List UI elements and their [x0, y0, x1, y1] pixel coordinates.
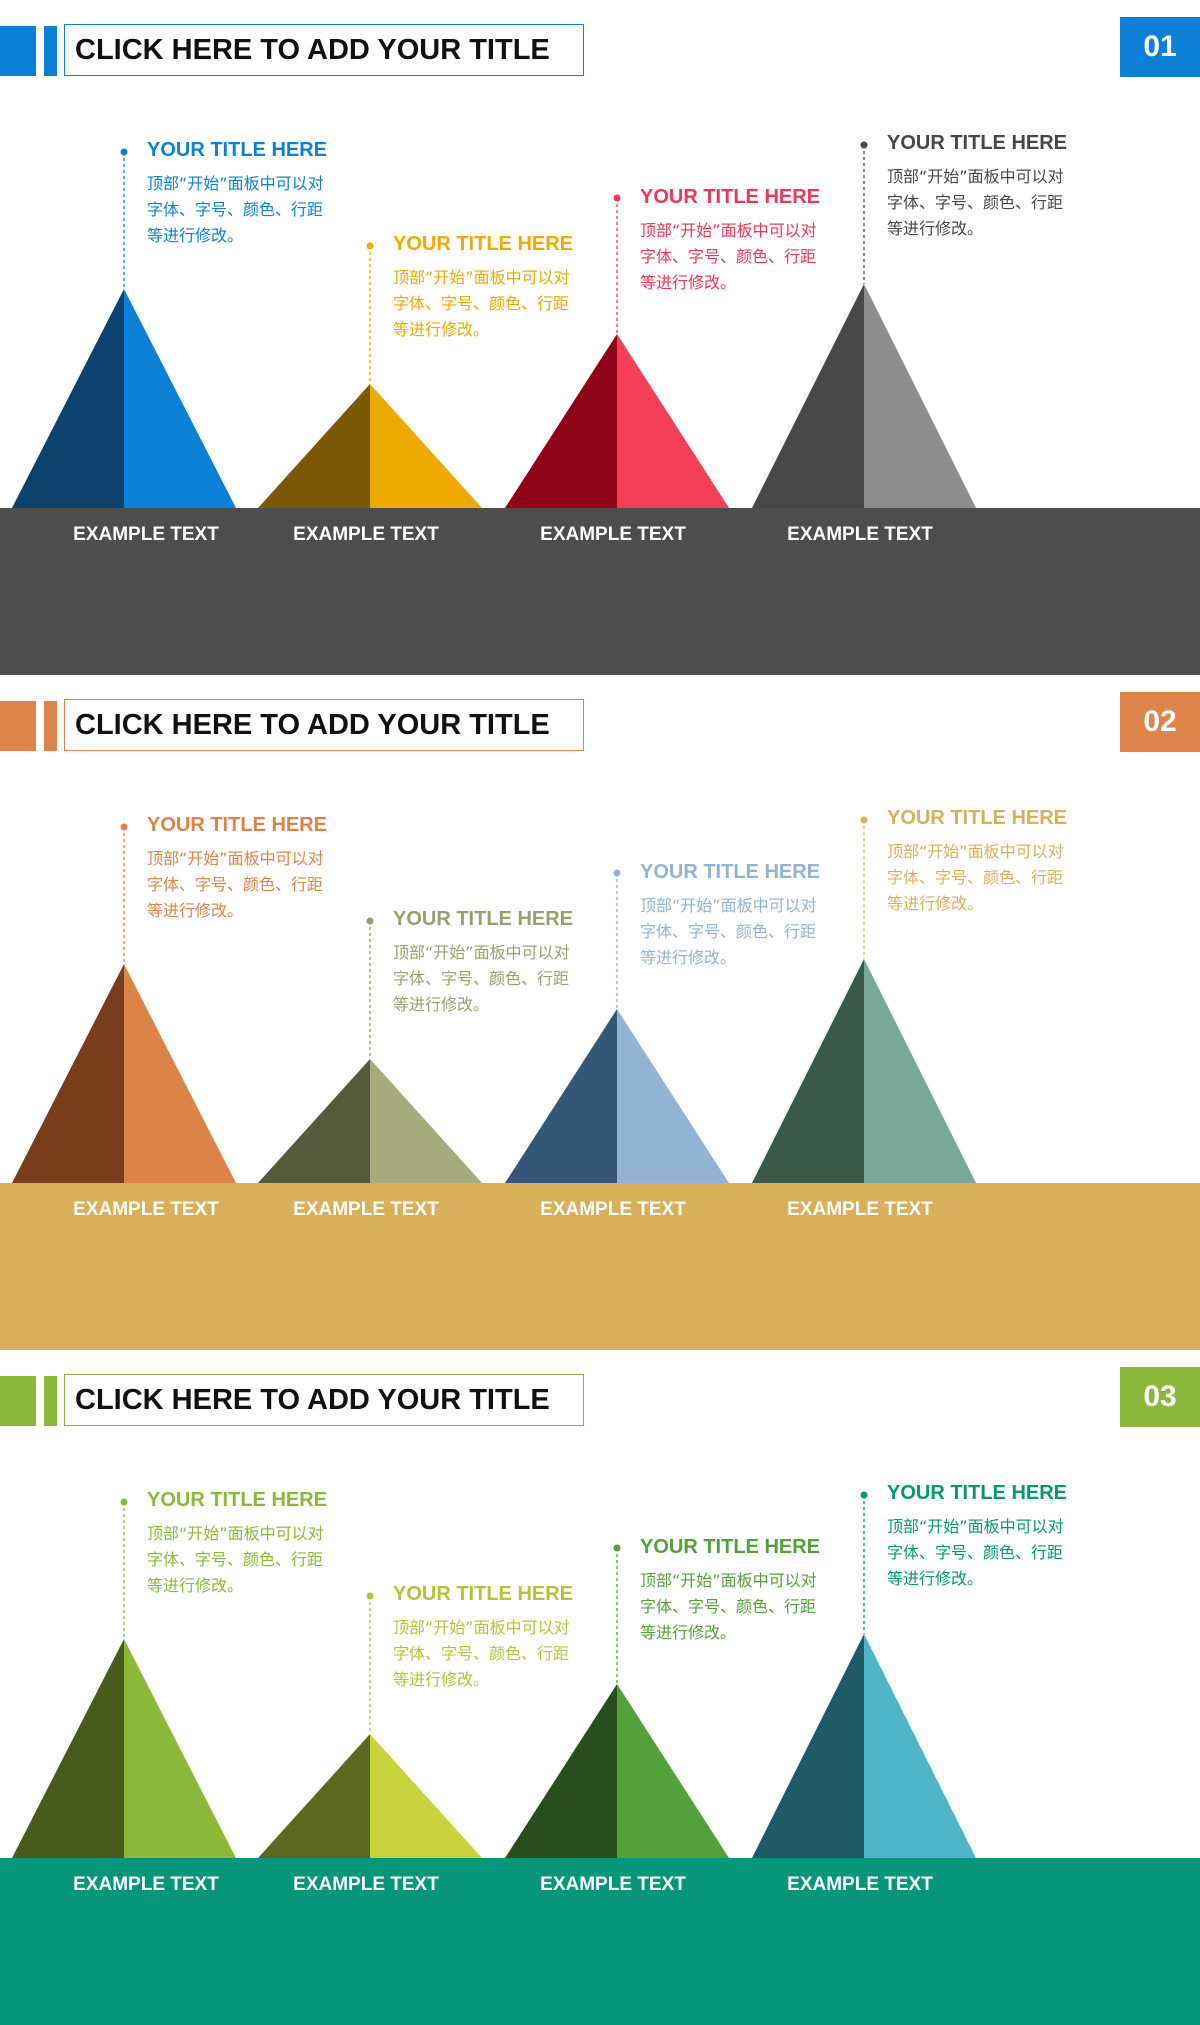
peak-light-face — [124, 289, 236, 508]
slide-1: CLICK HERE TO ADD YOUR TITLE 01 YOUR TITLE… — [0, 0, 1200, 675]
item-title[interactable]: YOUR TITLE HERE — [887, 132, 1067, 155]
peak-light-face — [124, 1639, 236, 1858]
example-text-label[interactable]: EXAMPLE TEXT — [513, 1874, 713, 1896]
leader-dot — [120, 823, 128, 831]
item-description[interactable]: 顶部“开始”面板中可以对字体、字号、颜色、行距等进行修改。 — [887, 1514, 1077, 1592]
item-title[interactable]: YOUR TITLE HERE — [147, 139, 327, 162]
peak-shadow-face — [12, 964, 124, 1183]
peak-shadow-face — [258, 1059, 370, 1183]
peak-shadow-face — [752, 959, 864, 1183]
slide-3: CLICK HERE TO ADD YOUR TITLE 03 YOUR TITLE… — [0, 1350, 1200, 2025]
peak-light-face — [370, 384, 482, 508]
peak-shadow-face — [258, 384, 370, 508]
example-text-label[interactable]: EXAMPLE TEXT — [513, 524, 713, 546]
item-description[interactable]: 顶部“开始”面板中可以对字体、字号、颜色、行距等进行修改。 — [393, 1615, 583, 1693]
item-description[interactable]: 顶部“开始”面板中可以对字体、字号、颜色、行距等进行修改。 — [393, 940, 583, 1018]
peaks-diagram — [12, 816, 976, 1183]
item-description[interactable]: 顶部“开始”面板中可以对字体、字号、颜色、行距等进行修改。 — [147, 171, 337, 249]
peak-shadow-face — [752, 1634, 864, 1858]
example-text-label[interactable]: EXAMPLE TEXT — [513, 1199, 713, 1221]
example-text-label[interactable]: EXAMPLE TEXT — [760, 524, 960, 546]
peak-light-face — [370, 1734, 482, 1858]
item-description[interactable]: 顶部“开始”面板中可以对字体、字号、颜色、行距等进行修改。 — [147, 846, 337, 924]
item-description[interactable]: 顶部“开始”面板中可以对字体、字号、颜色、行距等进行修改。 — [640, 218, 830, 296]
peak-light-face — [617, 334, 729, 508]
leader-dot — [613, 1544, 621, 1552]
peak-light-face — [370, 1059, 482, 1183]
item-description[interactable]: 顶部“开始”面板中可以对字体、字号、颜色、行距等进行修改。 — [887, 839, 1077, 917]
leader-dot — [860, 1491, 868, 1499]
item-title[interactable]: YOUR TITLE HERE — [147, 1489, 327, 1512]
example-text-label[interactable]: EXAMPLE TEXT — [266, 524, 466, 546]
leader-dot — [613, 194, 621, 202]
item-title[interactable]: YOUR TITLE HERE — [640, 1536, 820, 1559]
peaks-diagram — [12, 141, 976, 508]
item-title[interactable]: YOUR TITLE HERE — [887, 1482, 1067, 1505]
item-title[interactable]: YOUR TITLE HERE — [393, 908, 573, 931]
peak-shadow-face — [752, 284, 864, 508]
leader-dot — [366, 1592, 374, 1600]
item-title[interactable]: YOUR TITLE HERE — [887, 807, 1067, 830]
item-description[interactable]: 顶部“开始”面板中可以对字体、字号、颜色、行距等进行修改。 — [640, 893, 830, 971]
leader-dot — [860, 141, 868, 149]
peak-light-face — [864, 1634, 976, 1858]
example-text-label[interactable]: EXAMPLE TEXT — [46, 1874, 246, 1896]
item-title[interactable]: YOUR TITLE HERE — [640, 861, 820, 884]
slide-2: CLICK HERE TO ADD YOUR TITLE 02 YOUR TITLE… — [0, 675, 1200, 1350]
leader-dot — [120, 148, 128, 156]
peak-shadow-face — [505, 334, 617, 508]
example-text-label[interactable]: EXAMPLE TEXT — [266, 1874, 466, 1896]
peak-light-face — [617, 1684, 729, 1858]
example-text-label[interactable]: EXAMPLE TEXT — [46, 1199, 246, 1221]
item-title[interactable]: YOUR TITLE HERE — [147, 814, 327, 837]
peak-shadow-face — [505, 1684, 617, 1858]
peak-light-face — [617, 1009, 729, 1183]
peaks-diagram — [12, 1491, 976, 1858]
item-title[interactable]: YOUR TITLE HERE — [393, 1583, 573, 1606]
peak-light-face — [864, 284, 976, 508]
peak-light-face — [124, 964, 236, 1183]
example-text-label[interactable]: EXAMPLE TEXT — [760, 1199, 960, 1221]
item-title[interactable]: YOUR TITLE HERE — [393, 233, 573, 256]
item-description[interactable]: 顶部“开始”面板中可以对字体、字号、颜色、行距等进行修改。 — [147, 1521, 337, 1599]
leader-dot — [120, 1498, 128, 1506]
peak-shadow-face — [505, 1009, 617, 1183]
item-description[interactable]: 顶部“开始”面板中可以对字体、字号、颜色、行距等进行修改。 — [393, 265, 583, 343]
slides-root: CLICK HERE TO ADD YOUR TITLE 01 YOUR TITLE… — [0, 0, 1200, 2025]
leader-dot — [613, 869, 621, 877]
item-title[interactable]: YOUR TITLE HERE — [640, 186, 820, 209]
example-text-label[interactable]: EXAMPLE TEXT — [266, 1199, 466, 1221]
example-text-label[interactable]: EXAMPLE TEXT — [46, 524, 246, 546]
leader-dot — [366, 242, 374, 250]
leader-dot — [366, 917, 374, 925]
peak-shadow-face — [12, 1639, 124, 1858]
example-text-label[interactable]: EXAMPLE TEXT — [760, 1874, 960, 1896]
peak-light-face — [864, 959, 976, 1183]
peak-shadow-face — [258, 1734, 370, 1858]
leader-dot — [860, 816, 868, 824]
item-description[interactable]: 顶部“开始”面板中可以对字体、字号、颜色、行距等进行修改。 — [887, 164, 1077, 242]
item-description[interactable]: 顶部“开始”面板中可以对字体、字号、颜色、行距等进行修改。 — [640, 1568, 830, 1646]
peak-shadow-face — [12, 289, 124, 508]
